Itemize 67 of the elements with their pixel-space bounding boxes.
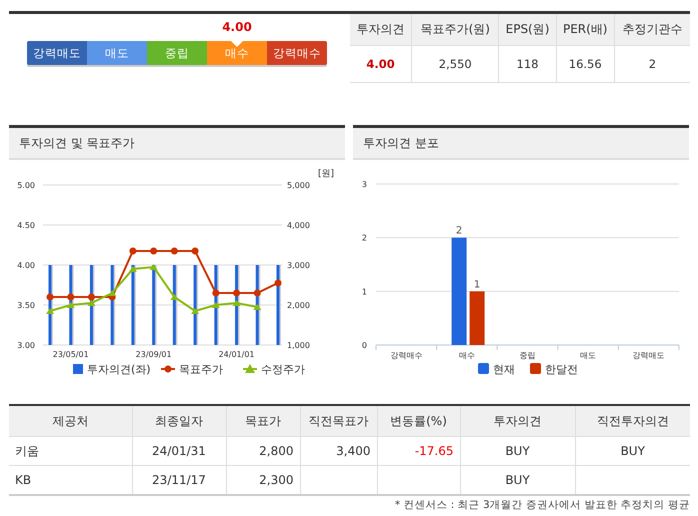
axis-tick-label: 매도 [580, 351, 596, 360]
panel-title: 투자의견 분포 [353, 128, 689, 160]
column-header: PER(배) [556, 14, 614, 46]
table-cell: BUY [505, 473, 530, 487]
table-cell: 16.56 [556, 46, 614, 82]
axis-tick-label: 4.50 [17, 221, 35, 230]
axis-tick-label: 24/01/01 [218, 350, 255, 359]
data-label: 1 [474, 279, 480, 290]
table-cell: 2,550 [412, 46, 499, 82]
opinion-segment: 강력매도 [27, 41, 87, 65]
axis-tick-label: 0 [362, 341, 367, 350]
table-cell: BUY [620, 444, 645, 458]
axis-tick-label: 4.00 [17, 261, 35, 270]
axis-tick-label: 3.50 [17, 301, 35, 310]
column-header: 직전목표가 [300, 405, 377, 436]
column-header: 직전투자의견 [575, 405, 690, 436]
table-cell: BUY [505, 444, 530, 458]
legend-label: 목표주가 [179, 363, 223, 376]
table-cell: 키움 [15, 444, 39, 458]
legend-label: 현재 [493, 363, 515, 376]
table-cell: KB [15, 473, 32, 487]
footnote: * 컨센서스 : 최근 3개월간 증권사에서 발표한 추정치의 평균 [394, 499, 690, 511]
column-header: 변동률(%) [377, 405, 460, 436]
opinion-segment: 강력매수 [267, 41, 327, 65]
column-header: 목표가 [226, 405, 300, 436]
table-cell: 4.00 [350, 46, 412, 82]
axis-tick-label: 4,000 [287, 221, 310, 230]
axis-tick-label: 매수 [458, 351, 475, 360]
axis-tick-label: 2 [362, 234, 367, 243]
legend-label: 한달전 [545, 363, 578, 376]
column-header: 투자의견 [460, 405, 575, 436]
column-header: 최종일자 [132, 405, 226, 436]
opinion-segment: 매도 [87, 41, 147, 65]
axis-tick-label: 1,000 [287, 341, 310, 350]
legend-label: 투자의견(좌) [87, 363, 151, 376]
axis-tick-label: 3.00 [17, 341, 35, 350]
axis-tick-label: 23/09/01 [136, 350, 172, 359]
axis-tick-label: 23/05/01 [52, 350, 89, 359]
table-cell: 3,400 [336, 444, 370, 458]
opinion-score: 4.00 [221, 20, 253, 34]
axis-tick-label: 5.00 [17, 181, 35, 190]
column-header: EPS(원) [498, 14, 556, 46]
table-cell: 2,300 [259, 473, 294, 487]
table-cell: 24/01/31 [152, 444, 206, 458]
data-label: 2 [456, 226, 462, 237]
panel-title: 투자의견 및 목표주가 [9, 128, 345, 160]
axis-tick-label: 3 [362, 180, 367, 189]
column-header: 투자의견 [350, 14, 412, 46]
table-cell: 118 [498, 46, 556, 82]
axis-tick-label: 2,000 [287, 301, 310, 310]
opinion-segment: 매수 [207, 41, 267, 65]
unit-label: [원] [318, 169, 334, 179]
opinion-segment: 중립 [147, 41, 207, 65]
legend-label: 수정주가 [261, 363, 305, 376]
axis-tick-label: 5,000 [287, 181, 310, 190]
table-cell: 2 [614, 46, 690, 82]
column-header: 목표주가(원) [412, 14, 499, 46]
axis-tick-label: 중립 [520, 351, 536, 360]
axis-tick-label: 강력매도 [632, 351, 665, 360]
axis-tick-label: 1 [362, 287, 367, 296]
table-cell: 2,800 [259, 444, 294, 458]
axis-tick-label: 3,000 [287, 261, 310, 270]
column-header: 제공처 [9, 405, 132, 436]
column-header: 추정기관수 [614, 14, 690, 46]
axis-tick-label: 강력매수 [390, 351, 422, 360]
table-cell: 23/11/17 [152, 473, 206, 487]
table-cell: -17.65 [414, 444, 454, 458]
